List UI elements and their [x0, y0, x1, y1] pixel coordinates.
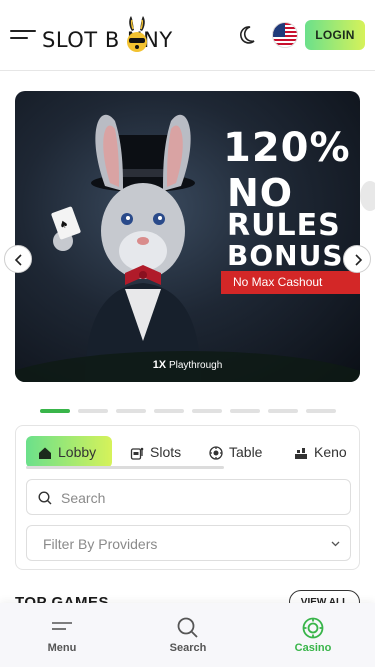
search-icon — [38, 491, 52, 505]
cashout-badge: No Max Cashout — [221, 271, 360, 294]
provider-filter-label: Filter By Providers — [43, 536, 158, 552]
chevron-left-icon — [14, 254, 22, 266]
chevron-right-icon — [355, 254, 363, 266]
promo-rules: RULES — [227, 208, 341, 243]
promo-banner[interactable]: ♠ 120% NO RULES BONUS No Max Cashout 1X … — [15, 91, 360, 382]
tab-keno-label: Keno — [314, 444, 347, 460]
login-button[interactable]: LOGIN — [305, 20, 365, 50]
tab-keno[interactable]: Keno — [294, 436, 347, 468]
casino-chip-icon — [302, 617, 324, 639]
provider-filter-select[interactable]: Filter By Providers — [26, 525, 351, 561]
chevron-down-icon — [331, 541, 340, 547]
carousel-dot[interactable] — [40, 409, 70, 413]
carousel-dot[interactable] — [116, 409, 146, 413]
home-icon — [39, 447, 51, 460]
carousel-dots — [40, 408, 340, 414]
slot-machine-icon — [130, 447, 144, 460]
playthrough-label: Playthrough — [168, 360, 223, 371]
poker-chip-icon — [209, 446, 223, 460]
promo-bonus: BONUS — [227, 239, 344, 272]
dark-mode-moon-icon[interactable] — [239, 24, 261, 46]
tab-table-label: Table — [229, 444, 263, 460]
carousel-dot[interactable] — [154, 409, 184, 413]
bunny-logo-icon — [127, 16, 147, 52]
nav-casino-label: Casino — [294, 642, 332, 654]
playthrough-multiplier: 1X — [152, 359, 167, 371]
tab-slots[interactable]: Slots — [130, 436, 181, 468]
nav-search-label: Search — [169, 642, 207, 654]
tab-lobby[interactable]: Lobby — [26, 436, 112, 468]
search-icon — [177, 617, 198, 638]
promo-carousel: ♠ 120% NO RULES BONUS No Max Cashout 1X … — [0, 71, 375, 401]
carousel-dot[interactable] — [78, 409, 108, 413]
carousel-dot[interactable] — [268, 409, 298, 413]
us-flag-icon[interactable] — [272, 22, 298, 48]
nav-menu-label: Menu — [47, 642, 77, 654]
tab-slots-label: Slots — [150, 444, 182, 460]
next-slide-peek — [360, 181, 375, 211]
carousel-prev-button[interactable] — [4, 245, 32, 273]
header: SLOT B NNY LOGIN — [0, 0, 375, 71]
game-filter-card: Lobby Slots Table Keno Search Filter By … — [15, 425, 360, 570]
keno-icon — [295, 448, 307, 460]
category-tabs: Lobby Slots Table Keno — [26, 436, 351, 468]
tab-lobby-label: Lobby — [58, 444, 97, 460]
menu-icon — [52, 622, 72, 630]
carousel-next-button[interactable] — [343, 245, 371, 273]
search-input[interactable] — [61, 486, 341, 510]
carousel-dot[interactable] — [192, 409, 222, 413]
game-search-box — [26, 479, 351, 515]
bottom-nav: Menu Search Casino — [0, 603, 375, 667]
carousel-dot[interactable] — [306, 409, 336, 413]
nav-search[interactable]: Search — [138, 603, 238, 667]
nav-casino[interactable]: Casino — [263, 603, 363, 667]
logo[interactable]: SLOT B NNY — [42, 14, 202, 56]
hamburger-menu-icon[interactable] — [10, 27, 36, 45]
nav-menu[interactable]: Menu — [12, 603, 112, 667]
promo-percent: 120% — [223, 125, 351, 171]
playthrough-note: 1X Playthrough — [15, 359, 360, 371]
carousel-dot[interactable] — [230, 409, 260, 413]
tabs-scrollbar[interactable] — [26, 466, 224, 469]
tab-table[interactable]: Table — [209, 436, 262, 468]
